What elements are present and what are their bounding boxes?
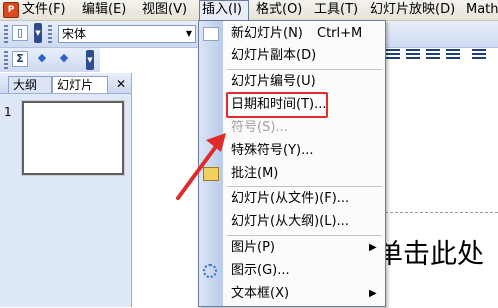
menu-item-label: 新幻灯片(N) bbox=[231, 26, 303, 41]
menu-item-slide-number[interactable]: 幻灯片编号(U) bbox=[199, 71, 385, 93]
menu-item-label: 图片(P) bbox=[231, 240, 275, 255]
menu-edit[interactable]: 编辑(E) bbox=[82, 1, 126, 19]
font-select-value: 宋体 bbox=[62, 27, 87, 41]
slide-thumbnail[interactable] bbox=[21, 100, 125, 176]
new-doc-icon[interactable]: ▯ bbox=[12, 25, 28, 41]
chevron-down-icon[interactable]: ▼ bbox=[183, 26, 195, 42]
menu-item-picture[interactable]: 图片(P) ▶ bbox=[199, 237, 385, 259]
slides-pane: 大纲 幻灯片 ✕ 1 bbox=[0, 73, 132, 307]
menu-item-comment[interactable]: 批注(M) bbox=[199, 163, 385, 185]
menu-item-special-symbol[interactable]: 特殊符号(Y)... bbox=[199, 140, 385, 162]
diagram-icon bbox=[203, 264, 217, 278]
menu-separator bbox=[227, 69, 382, 70]
slide-number: 1 bbox=[4, 105, 12, 119]
menu-item-slides-from-outline[interactable]: 幻灯片(从大纲)(L)... bbox=[199, 211, 385, 233]
annotation-highlight-box bbox=[226, 92, 328, 118]
toolbar-options-chevron-icon[interactable]: ▼ bbox=[86, 50, 94, 70]
menu-insert[interactable]: 插入(I) bbox=[202, 1, 242, 19]
menu-separator bbox=[227, 235, 382, 236]
align-justify-icon[interactable] bbox=[446, 49, 460, 61]
menu-view[interactable]: 视图(V) bbox=[142, 1, 187, 19]
menu-item-label: 幻灯片(从大纲)(L)... bbox=[231, 214, 349, 229]
menu-item-new-slide[interactable]: 新幻灯片(N) Ctrl+M bbox=[199, 23, 385, 45]
new-slide-icon bbox=[203, 27, 219, 41]
tab-outline[interactable]: 大纲 bbox=[8, 76, 52, 93]
menu-item-label: 幻灯片(从文件)(F)... bbox=[231, 191, 350, 206]
sigma-icon[interactable]: Σ bbox=[12, 51, 28, 67]
align-center-icon[interactable] bbox=[406, 49, 420, 61]
menu-item-duplicate-slide[interactable]: 幻灯片副本(D) bbox=[199, 45, 385, 67]
menu-item-label: 批注(M) bbox=[231, 166, 279, 181]
toolbar-grip[interactable] bbox=[4, 25, 8, 43]
placeholder-text[interactable]: 单击此处 bbox=[376, 232, 484, 271]
font-select[interactable]: 宋体 ▼ bbox=[58, 25, 196, 43]
menu-bar: P 文件(F) 编辑(E) 视图(V) 插入(I) 格式(O) 工具(T) 幻灯… bbox=[0, 0, 498, 21]
menu-item-symbol: 符号(S)... bbox=[199, 117, 385, 139]
submenu-arrow-icon: ▶ bbox=[369, 288, 377, 299]
menu-separator bbox=[227, 186, 382, 187]
menu-math[interactable]: Math bbox=[466, 1, 498, 19]
align-left-icon[interactable] bbox=[386, 49, 400, 61]
menu-item-textbox[interactable]: 文本框(X) ▶ bbox=[199, 283, 385, 305]
menu-item-label: 符号(S)... bbox=[231, 120, 288, 135]
toolbar-options-chevron-icon[interactable]: ▼ bbox=[34, 23, 42, 43]
menu-item-label: 文本框(X) bbox=[231, 286, 290, 301]
toolbar-grip[interactable] bbox=[4, 51, 8, 69]
forward-arrow-icon[interactable]: ◆ bbox=[56, 51, 72, 67]
menu-item-shortcut: Ctrl+M bbox=[317, 26, 363, 41]
menu-item-label: 特殊符号(Y)... bbox=[231, 143, 314, 158]
menu-slideshow[interactable]: 幻灯片放映(D) bbox=[370, 1, 455, 19]
menu-item-label: 图示(G)... bbox=[231, 263, 290, 278]
menu-item-label: 幻灯片编号(U) bbox=[231, 74, 316, 89]
align-right-icon[interactable] bbox=[426, 49, 440, 61]
insert-menu-dropdown: 新幻灯片(N) Ctrl+M 幻灯片副本(D) 幻灯片编号(U) 日期和时间(T… bbox=[198, 20, 386, 307]
toolbar-grip[interactable] bbox=[48, 25, 52, 43]
menu-item-diagram[interactable]: 图示(G)... bbox=[199, 260, 385, 282]
close-icon[interactable]: ✕ bbox=[116, 76, 126, 92]
pane-tabbar: 大纲 幻灯片 ✕ bbox=[0, 73, 131, 94]
drawing-toolbar: Σ ◆ ◆ ▼ bbox=[0, 48, 100, 72]
menu-item-label: 幻灯片副本(D) bbox=[231, 48, 317, 63]
tab-slides[interactable]: 幻灯片 bbox=[52, 76, 108, 93]
menu-format[interactable]: 格式(O) bbox=[256, 1, 302, 19]
comment-icon bbox=[203, 167, 219, 181]
back-arrow-icon[interactable]: ◆ bbox=[34, 51, 50, 67]
menu-file[interactable]: 文件(F) bbox=[22, 1, 66, 19]
list-icon[interactable] bbox=[472, 49, 486, 61]
app-icon[interactable]: P bbox=[3, 2, 19, 18]
menu-item-slides-from-file[interactable]: 幻灯片(从文件)(F)... bbox=[199, 188, 385, 210]
menu-tools[interactable]: 工具(T) bbox=[314, 1, 358, 19]
submenu-arrow-icon: ▶ bbox=[369, 242, 377, 253]
